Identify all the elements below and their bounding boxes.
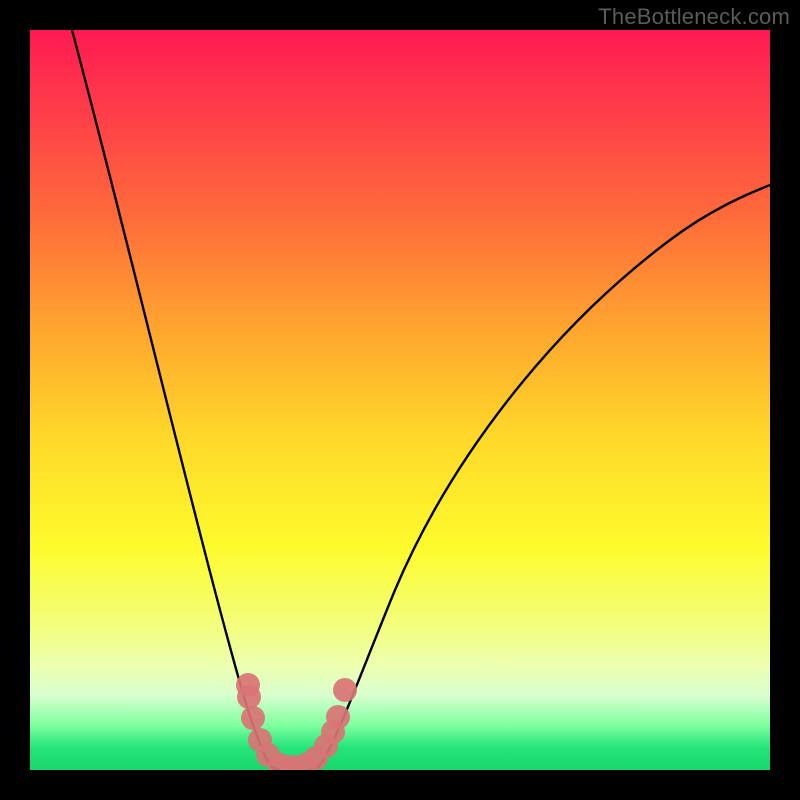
- curve-layer: [30, 30, 770, 770]
- bottleneck-curve: [72, 30, 770, 770]
- marker-dot: [326, 705, 350, 729]
- plot-area: [30, 30, 770, 770]
- marker-dot: [256, 743, 280, 767]
- marker-group: [236, 673, 357, 770]
- marker-dot: [314, 734, 338, 758]
- marker-dot: [237, 685, 261, 709]
- marker-dot: [304, 746, 328, 770]
- marker-dot: [268, 753, 292, 770]
- marker-dot: [293, 753, 317, 770]
- marker-dot: [236, 673, 260, 697]
- marker-dot: [280, 755, 304, 770]
- marker-dot: [321, 720, 345, 744]
- marker-dot: [333, 678, 357, 702]
- marker-dot: [248, 728, 272, 752]
- marker-dot: [241, 706, 265, 730]
- watermark-text: TheBottleneck.com: [598, 4, 790, 30]
- chart-frame: TheBottleneck.com: [0, 0, 800, 800]
